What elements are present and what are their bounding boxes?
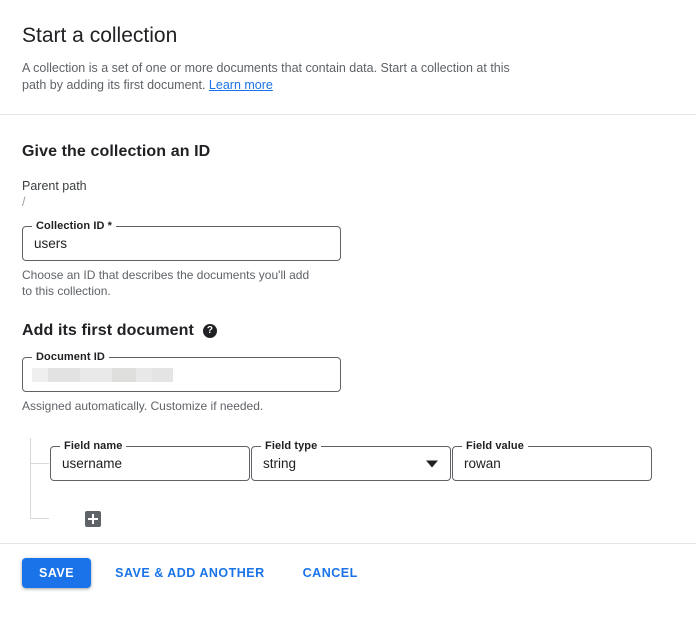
chevron-down-icon[interactable]: [426, 460, 438, 467]
tree-branch-add-button: [30, 518, 49, 519]
document-id-field[interactable]: Document ID: [22, 351, 341, 392]
collection-id-helper-text: Choose an ID that describes the document…: [22, 268, 310, 298]
document-id-helper-text: Assigned automatically. Customize if nee…: [22, 399, 264, 413]
collection-id-field[interactable]: Collection ID * users: [22, 220, 341, 261]
page-title: Start a collection: [22, 24, 178, 47]
collection-id-label: Collection ID *: [32, 220, 117, 232]
tree-vertical-line: [30, 438, 31, 519]
table-row: Field name username Field type string Fi…: [50, 440, 652, 481]
parent-path-label: Parent path: [22, 179, 87, 193]
document-id-label: Document ID: [32, 351, 109, 363]
field-name-field[interactable]: Field name username: [50, 440, 250, 481]
collection-section-heading: Give the collection an ID: [22, 143, 211, 160]
field-value-input[interactable]: rowan: [464, 455, 501, 473]
dialog-body: Give the collection an ID Parent path / …: [0, 114, 696, 534]
save-button[interactable]: SAVE: [22, 558, 92, 588]
document-section-heading: Add its first document: [22, 322, 194, 339]
parent-path: Parent path /: [22, 178, 674, 210]
add-field-button[interactable]: [85, 511, 101, 527]
field-type-select[interactable]: Field type string: [251, 440, 451, 481]
field-type-value[interactable]: string: [263, 455, 296, 473]
field-name-input[interactable]: username: [62, 455, 122, 473]
document-section-heading-row: Add its first document ?: [22, 321, 674, 341]
field-value-field[interactable]: Field value rowan: [452, 440, 652, 481]
dialog-header: Start a collection A collection is a set…: [0, 0, 696, 114]
document-fields-area: Field name username Field type string Fi…: [22, 434, 674, 534]
learn-more-link[interactable]: Learn more: [209, 78, 273, 92]
cancel-button[interactable]: CANCEL: [289, 558, 372, 588]
document-id-redacted-value[interactable]: [32, 368, 173, 382]
dialog-description: A collection is a set of one or more doc…: [22, 60, 532, 94]
field-type-label: Field type: [261, 440, 322, 452]
save-and-add-another-button[interactable]: SAVE & ADD ANOTHER: [101, 558, 279, 588]
dialog-action-bar: SAVE SAVE & ADD ANOTHER CANCEL: [0, 544, 696, 632]
parent-path-value: /: [22, 195, 26, 209]
tree-branch-field-row: [30, 463, 49, 464]
field-value-label: Field value: [462, 440, 528, 452]
collection-id-input[interactable]: users: [34, 235, 67, 253]
field-name-label: Field name: [60, 440, 127, 452]
help-icon[interactable]: ?: [202, 324, 217, 338]
